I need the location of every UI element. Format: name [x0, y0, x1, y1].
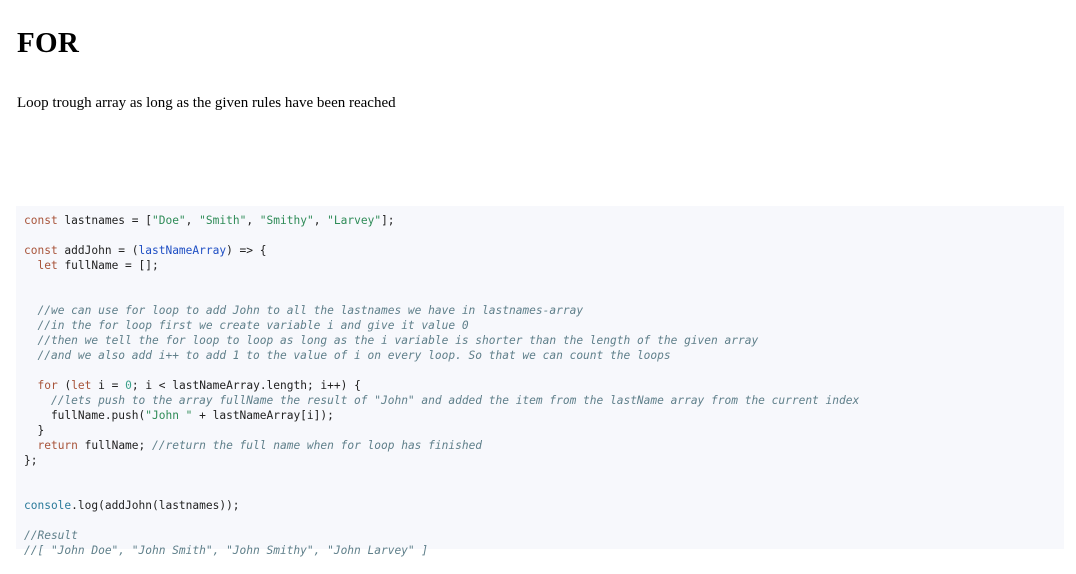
code-line: //Result	[24, 528, 1056, 543]
code-text: i =	[91, 379, 126, 392]
code-comment: //in the for loop first we create variab…	[37, 319, 469, 332]
code-text: };	[24, 454, 38, 467]
code-text: ,	[185, 214, 200, 227]
code-comment: //then we tell the for loop to loop as l…	[37, 334, 759, 347]
code-content: const lastnames = ["Doe", "Smith", "Smit…	[24, 213, 1056, 558]
code-line: const addJohn = (lastNameArray) => {	[24, 243, 1056, 258]
code-object: console	[24, 499, 72, 512]
code-comment: //we can use for loop to add John to all…	[37, 304, 584, 317]
code-parameter: lastNameArray	[138, 244, 227, 257]
code-block: const lastnames = ["Doe", "Smith", "Smit…	[16, 206, 1064, 557]
code-line: for (let i = 0; i < lastNameArray.length…	[24, 378, 1056, 393]
code-line: //then we tell the for loop to loop as l…	[24, 333, 1056, 348]
code-comment: //lets push to the array fullName the re…	[50, 394, 860, 407]
code-text: addJohn = (	[57, 244, 139, 257]
code-string: "John "	[145, 409, 193, 422]
code-line: //we can use for loop to add John to all…	[24, 303, 1056, 318]
code-line: //and we also add i++ to add 1 to the va…	[24, 348, 1056, 363]
code-comment: //and we also add i++ to add 1 to the va…	[37, 349, 671, 362]
code-keyword: let	[71, 379, 92, 392]
code-text: ,	[313, 214, 328, 227]
code-text: fullName;	[77, 439, 152, 452]
code-keyword: const	[24, 214, 58, 227]
code-string: "Smith"	[199, 214, 247, 227]
code-string: "Doe"	[151, 214, 186, 227]
code-string: "Larvey"	[327, 214, 382, 227]
code-text: + lastNameArray[i]);	[192, 409, 334, 422]
code-text: }	[24, 424, 45, 437]
code-text: (	[57, 379, 72, 392]
code-number: 0	[125, 379, 132, 392]
code-text: fullName = [];	[57, 259, 159, 272]
code-text: ,	[246, 214, 260, 227]
code-line: return fullName; //return the full name …	[24, 438, 1056, 453]
code-text: .log(addJohn(lastnames));	[71, 499, 240, 512]
code-keyword: const	[24, 244, 58, 257]
code-text: lastnames = [	[57, 214, 152, 227]
code-text: ];	[381, 214, 395, 227]
code-line: let fullName = [];	[24, 258, 1056, 273]
code-keyword: return	[37, 439, 78, 452]
code-keyword: let	[37, 259, 58, 272]
code-comment: //return the full name when for loop has…	[152, 439, 483, 452]
code-line: }	[24, 423, 1056, 438]
code-line: fullName.push("John " + lastNameArray[i]…	[24, 408, 1056, 423]
code-comment: //[ "John Doe", "John Smith", "John Smit…	[24, 544, 429, 557]
code-text: ) => {	[226, 244, 267, 257]
page-title: FOR	[17, 27, 80, 59]
code-text: ; i < lastNameArray.length; i++) {	[131, 379, 361, 392]
code-line: //[ "John Doe", "John Smith", "John Smit…	[24, 543, 1056, 558]
code-string: "Smithy"	[259, 214, 314, 227]
code-line: };	[24, 453, 1056, 468]
code-line: console.log(addJohn(lastnames));	[24, 498, 1056, 513]
code-line: //in the for loop first we create variab…	[24, 318, 1056, 333]
code-line: const lastnames = ["Doe", "Smith", "Smit…	[24, 213, 1056, 228]
code-text: fullName.push(	[24, 409, 146, 422]
page-description: Loop trough array as long as the given r…	[17, 95, 396, 111]
code-keyword: for	[37, 379, 58, 392]
code-comment: //Result	[24, 529, 78, 542]
code-line: //lets push to the array fullName the re…	[24, 393, 1056, 408]
